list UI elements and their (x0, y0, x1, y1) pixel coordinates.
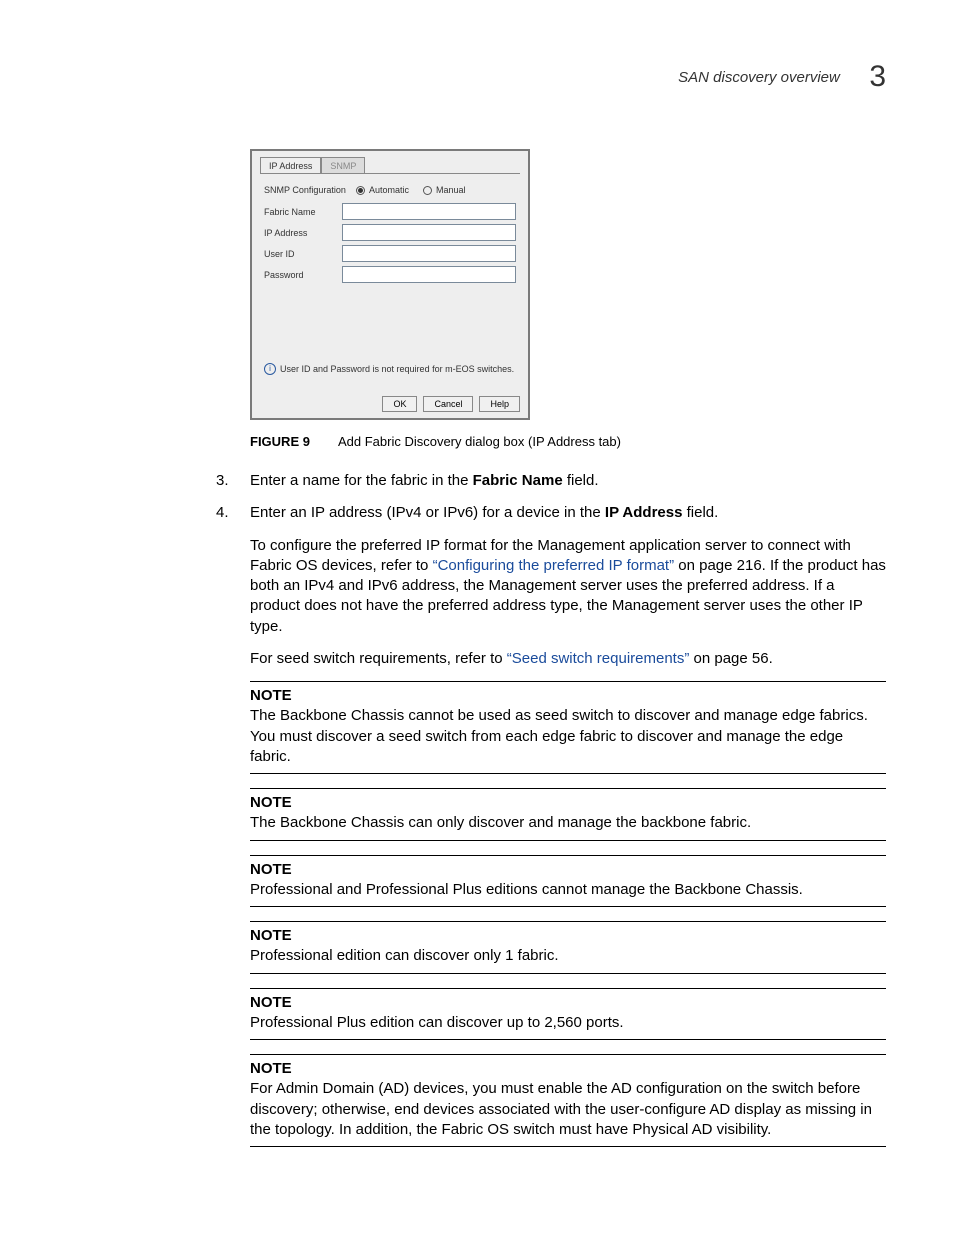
info-icon: i (264, 363, 276, 375)
ip-address-field[interactable] (342, 224, 516, 241)
link-seed-switch-req[interactable]: “Seed switch requirements” (507, 650, 690, 667)
note-3: NOTE Professional and Professional Plus … (250, 855, 886, 908)
step-3: Enter a name for the fabric in the Fabri… (216, 471, 886, 491)
ok-button[interactable]: OK (382, 396, 417, 412)
tab-snmp[interactable]: SNMP (321, 157, 365, 174)
figure-number: FIGURE 9 (250, 434, 310, 449)
password-field[interactable] (342, 266, 516, 283)
figure-caption: FIGURE 9 Add Fabric Discovery dialog box … (250, 434, 886, 449)
header-title: SAN discovery overview (678, 69, 840, 86)
step-4: Enter an IP address (IPv4 or IPv6) for a… (216, 503, 886, 1147)
tab-ip-address[interactable]: IP Address (260, 157, 321, 174)
note-6: NOTE For Admin Domain (AD) devices, you … (250, 1054, 886, 1147)
radio-manual-label: Manual (436, 185, 466, 195)
help-button[interactable]: Help (479, 396, 520, 412)
note-1: NOTE The Backbone Chassis cannot be used… (250, 681, 886, 774)
link-preferred-ip-format[interactable]: “Configuring the preferred IP format” (433, 557, 675, 574)
snmp-config-label: SNMP Configuration (264, 185, 356, 195)
note-4: NOTE Professional edition can discover o… (250, 921, 886, 974)
radio-automatic[interactable] (356, 186, 365, 195)
radio-automatic-label: Automatic (369, 185, 409, 195)
note-5: NOTE Professional Plus edition can disco… (250, 988, 886, 1041)
fabric-name-label: Fabric Name (264, 207, 342, 217)
ip-address-label: IP Address (264, 228, 342, 238)
page-header: SAN discovery overview 3 (68, 60, 886, 94)
cancel-button[interactable]: Cancel (423, 396, 473, 412)
user-id-label: User ID (264, 249, 342, 259)
user-id-field[interactable] (342, 245, 516, 262)
fabric-name-field[interactable] (342, 203, 516, 220)
radio-manual[interactable] (423, 186, 432, 195)
chapter-number: 3 (869, 60, 886, 94)
add-fabric-dialog: IP Address SNMP SNMP Configuration Autom… (250, 149, 530, 420)
password-label: Password (264, 270, 342, 280)
info-text: User ID and Password is not required for… (280, 364, 514, 374)
note-2: NOTE The Backbone Chassis can only disco… (250, 788, 886, 841)
figure-text: Add Fabric Discovery dialog box (IP Addr… (338, 434, 621, 449)
